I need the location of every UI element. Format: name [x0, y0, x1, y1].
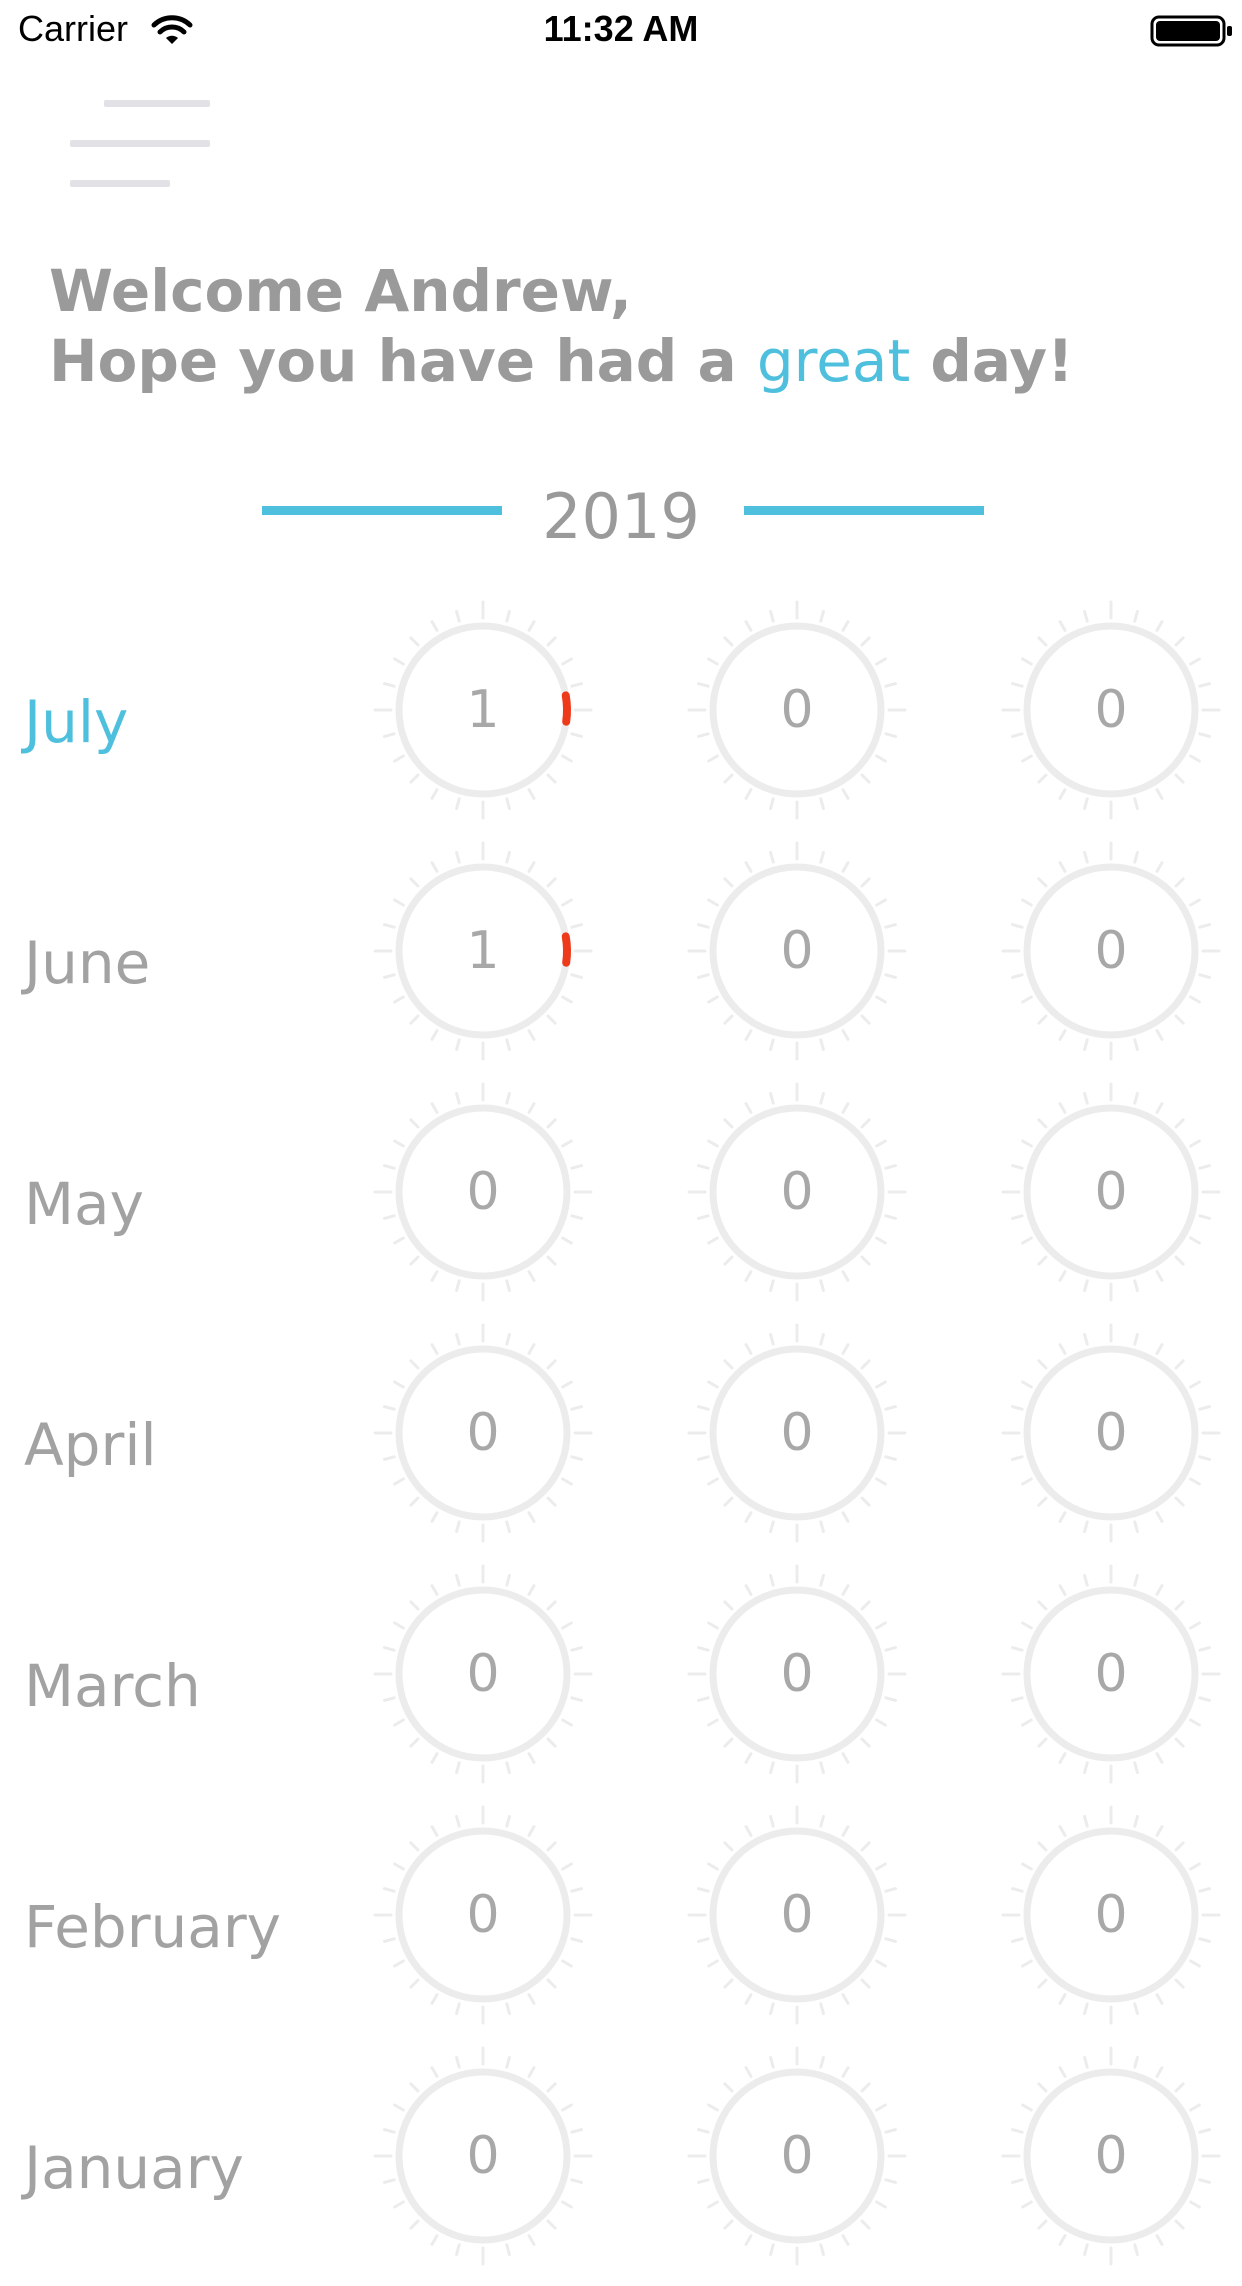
month-dial[interactable]: 0: [687, 1564, 907, 1784]
dial-value: 0: [466, 1885, 500, 1945]
month-dial[interactable]: 0: [1001, 1564, 1221, 1784]
month-dial[interactable]: 1: [373, 600, 593, 820]
month-dial[interactable]: 0: [687, 600, 907, 820]
dial-value: 0: [780, 1885, 814, 1945]
menu-icon-line-top: [104, 100, 210, 107]
menu-button[interactable]: [70, 96, 215, 196]
month-dial[interactable]: 0: [1001, 1082, 1221, 1302]
month-row-march: March 0 0 0: [0, 1564, 1242, 1804]
month-label: July: [24, 688, 129, 756]
month-label: April: [24, 1411, 157, 1479]
month-dial[interactable]: 1: [373, 841, 593, 1061]
month-dial[interactable]: 0: [1001, 2046, 1221, 2266]
status-time: 11:32 AM: [543, 8, 699, 49]
month-dial[interactable]: 0: [373, 1082, 593, 1302]
month-label: January: [24, 2134, 244, 2202]
dial-value: 0: [1094, 1644, 1128, 1704]
month-row-february: February 0 0 0: [0, 1805, 1242, 2045]
month-label: February: [24, 1893, 282, 1961]
dial-value: 0: [466, 1162, 500, 1222]
dial-value: 0: [1094, 1403, 1128, 1463]
month-dial[interactable]: 0: [1001, 1323, 1221, 1543]
month-label: June: [24, 929, 151, 997]
month-dial[interactable]: 0: [687, 1805, 907, 2025]
month-label: May: [24, 1170, 144, 1238]
month-dial[interactable]: 0: [687, 1082, 907, 1302]
month-dial[interactable]: 0: [373, 1564, 593, 1784]
dial-value: 0: [1094, 1162, 1128, 1222]
greeting-line-2: Hope you have had a great day!: [49, 326, 1199, 396]
dial-value: 0: [1094, 680, 1128, 740]
month-dial[interactable]: 0: [1001, 841, 1221, 1061]
month-row-june: June 1 0 0: [0, 841, 1242, 1081]
dial-value: 0: [466, 2126, 500, 2186]
battery-icon: [1150, 15, 1232, 47]
dial-value: 1: [466, 680, 500, 740]
month-label: March: [24, 1652, 201, 1720]
month-dial[interactable]: 0: [373, 1805, 593, 2025]
month-dial[interactable]: 0: [1001, 1805, 1221, 2025]
dial-value: 0: [466, 1644, 500, 1704]
menu-icon-line-middle: [70, 140, 210, 147]
greeting-line-2-prefix: Hope you have had a: [49, 327, 737, 395]
month-row-january: January 0 0 0: [0, 2046, 1242, 2286]
month-dial[interactable]: 0: [373, 2046, 593, 2266]
dial-value: 0: [780, 1644, 814, 1704]
month-row-april: April 0 0 0: [0, 1323, 1242, 1563]
dial-value: 0: [466, 1403, 500, 1463]
greeting-line-2-suffix: day!: [930, 327, 1074, 395]
greeting-line-1: Welcome Andrew,: [49, 257, 632, 325]
dial-value: 0: [780, 921, 814, 981]
month-row-may: May 0 0 0: [0, 1082, 1242, 1322]
dial-value: 0: [780, 680, 814, 740]
year-divider-right: [744, 506, 984, 515]
dial-value: 0: [1094, 2126, 1128, 2186]
month-dial[interactable]: 0: [687, 1323, 907, 1543]
dial-value: 0: [780, 2126, 814, 2186]
dial-value: 0: [1094, 921, 1128, 981]
menu-icon-line-bottom: [70, 180, 170, 187]
year-label: 2019: [542, 480, 700, 553]
month-row-july: July 1 0 0: [0, 600, 1242, 840]
month-dial[interactable]: 0: [687, 841, 907, 1061]
month-dial[interactable]: 0: [687, 2046, 907, 2266]
status-bar: Carrier 11:32 AM: [0, 0, 1242, 62]
dial-value: 0: [1094, 1885, 1128, 1945]
dial-value: 1: [466, 921, 500, 981]
month-dial[interactable]: 0: [373, 1323, 593, 1543]
dial-value: 0: [780, 1162, 814, 1222]
month-dial[interactable]: 0: [1001, 600, 1221, 820]
dial-value: 0: [780, 1403, 814, 1463]
greeting: Welcome Andrew, Hope you have had a grea…: [49, 256, 1199, 396]
greeting-accent-word: great: [756, 327, 911, 395]
